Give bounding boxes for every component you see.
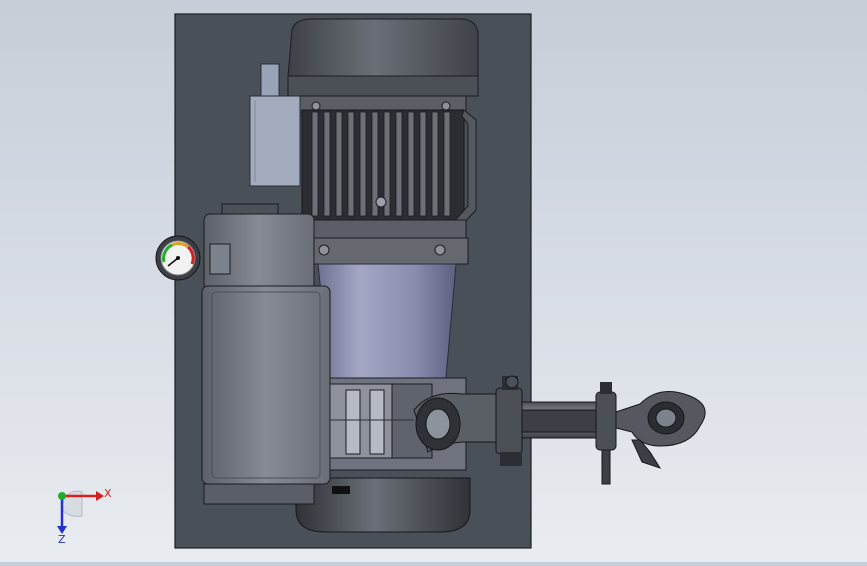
y-axis-marker bbox=[58, 492, 66, 500]
motor-cooling-fins bbox=[301, 101, 477, 233]
pump-barrel bbox=[317, 263, 457, 379]
cad-viewport[interactable]: X Z bbox=[0, 0, 867, 562]
pump-assembly-drawing: X Z bbox=[57, 13, 706, 549]
z-axis-label: Z bbox=[58, 533, 66, 546]
x-axis-label: X bbox=[104, 487, 112, 500]
axis-triad: X Z bbox=[57, 487, 112, 546]
motor-flange bbox=[291, 219, 469, 265]
drive-gearbox bbox=[201, 285, 331, 505]
tri-clamp-fitting bbox=[595, 382, 706, 485]
motor-fan-cover bbox=[287, 18, 479, 113]
